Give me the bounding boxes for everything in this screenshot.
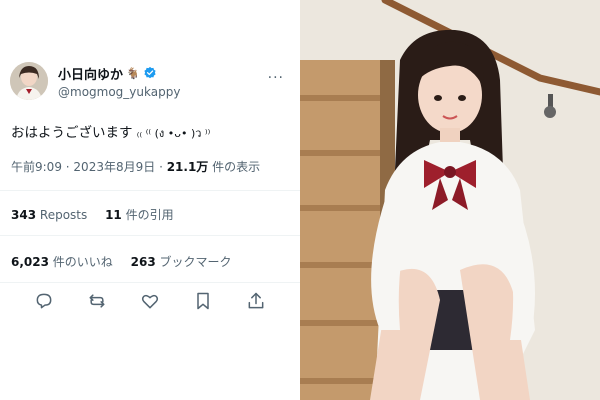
- repost-button[interactable]: [86, 290, 108, 312]
- repost-icon: [89, 294, 105, 308]
- quotes-label: 件の引用: [125, 208, 174, 222]
- reply-button[interactable]: [33, 290, 55, 312]
- bookmarks-stat[interactable]: 263 ブックマーク: [131, 255, 232, 269]
- tweet-text-main: おはようございます: [11, 125, 133, 141]
- tweet-meta: 午前9:09 · 2023年8月9日 · 21.1万 件の表示: [11, 158, 260, 175]
- like-stats-row: 6,023 件のいいね 263 ブックマーク: [11, 253, 246, 270]
- like-icon: [141, 294, 159, 309]
- meta-separator: ·: [159, 160, 167, 174]
- quotes-count: 11: [105, 208, 122, 222]
- divider: [0, 190, 300, 191]
- name-block: 小日向ゆか 🐐 @mogmog_yukappy: [58, 64, 180, 99]
- bookmarks-label: ブックマーク: [159, 255, 232, 269]
- tweet-photo[interactable]: [300, 0, 600, 400]
- bookmark-button[interactable]: [192, 290, 214, 312]
- action-bar: [0, 290, 300, 312]
- tweet-kaomoji: ₍₍ ⁽⁽ (ง •ᴗ• )ว ⁾⁾: [136, 127, 211, 140]
- quotes-stat[interactable]: 11 件の引用: [105, 208, 174, 222]
- likes-label: 件のいいね: [52, 255, 113, 269]
- views-label: 件の表示: [212, 160, 261, 174]
- share-icon: [248, 292, 263, 309]
- likes-stat[interactable]: 6,023 件のいいね: [11, 255, 117, 269]
- reposts-label: Reposts: [39, 208, 88, 222]
- tweet-time[interactable]: 午前9:09: [11, 160, 62, 174]
- like-button[interactable]: [139, 290, 161, 312]
- reposts-count: 343: [11, 208, 37, 222]
- reposts-stat[interactable]: 343 Reposts: [11, 208, 91, 222]
- tweet-text: おはようございます ₍₍ ⁽⁽ (ง •ᴗ• )ว ⁾⁾: [11, 121, 210, 142]
- tweet-date[interactable]: 2023年8月9日: [73, 160, 155, 174]
- repost-stats-row: 343 Reposts 11 件の引用: [11, 206, 188, 223]
- reply-icon: [36, 293, 52, 309]
- views-count: 21.1万: [166, 160, 209, 174]
- tweet-panel: 小日向ゆか 🐐 @mogmog_yukappy ··· おはようございます ₍₍…: [0, 0, 300, 400]
- bookmark-icon: [197, 292, 209, 310]
- share-button[interactable]: [245, 290, 267, 312]
- bookmarks-count: 263: [130, 255, 156, 269]
- display-name[interactable]: 小日向ゆか: [58, 64, 123, 83]
- goat-emoji: 🐐: [126, 66, 140, 80]
- divider: [0, 235, 300, 236]
- avatar[interactable]: [10, 62, 48, 100]
- photo-illustration: [300, 0, 600, 400]
- tweet-header: 小日向ゆか 🐐 @mogmog_yukappy: [10, 62, 180, 100]
- verified-badge-icon: [144, 66, 156, 79]
- handle[interactable]: @mogmog_yukappy: [58, 85, 180, 99]
- likes-count: 6,023: [11, 255, 49, 269]
- divider: [0, 282, 300, 283]
- more-icon[interactable]: ···: [268, 70, 284, 86]
- avatar-image: [10, 62, 48, 100]
- display-name-row: 小日向ゆか 🐐: [58, 64, 180, 83]
